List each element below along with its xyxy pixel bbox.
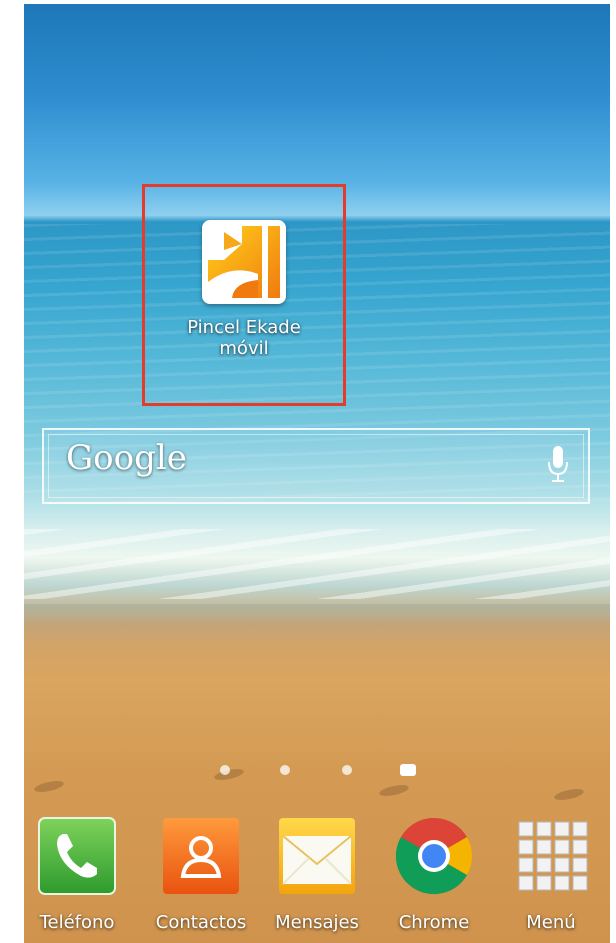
apps-grid-icon [511,816,591,896]
dock: Teléfono Contactos Mensajes Chrome Menú [24,816,610,943]
google-search-widget[interactable]: Google [42,428,590,504]
contacts-icon [161,816,241,896]
app-label-line-1: Pincel Ekade [187,317,301,338]
page-dot-1[interactable] [220,765,230,775]
phone-icon [37,816,117,896]
chrome-icon [394,816,474,896]
wave-foam [24,529,610,599]
dock-item-contacts[interactable]: Contactos [146,816,256,933]
page-indicator [24,761,610,779]
app-label[interactable]: Pincel Ekade móvil [144,317,344,359]
dock-item-menu[interactable]: Menú [496,816,606,933]
dock-item-chrome[interactable]: Chrome [379,816,489,933]
messages-icon [277,816,357,896]
footprint [553,786,585,803]
page-dot-2[interactable] [280,765,290,775]
page-dot-4-active[interactable] [400,764,416,776]
pincel-ekade-icon[interactable] [202,220,286,304]
dock-label-contacts: Contactos [155,912,247,933]
wet-sand [24,604,610,644]
dock-label-phone: Teléfono [39,912,115,933]
dock-item-messages[interactable]: Mensajes [262,816,372,933]
page-dot-3[interactable] [342,765,352,775]
dock-item-phone[interactable]: Teléfono [24,816,132,933]
dock-label-chrome: Chrome [398,912,470,933]
home-screen: Pincel Ekade móvil Google Teléfono Conta… [24,4,610,943]
dock-label-menu: Menú [526,912,576,933]
microphone-icon[interactable] [546,444,570,484]
footprint [33,778,65,795]
dock-label-messages: Mensajes [275,912,359,933]
google-logo[interactable]: Google [66,438,187,478]
app-label-line-2: móvil [219,338,269,359]
footprint [378,782,410,799]
